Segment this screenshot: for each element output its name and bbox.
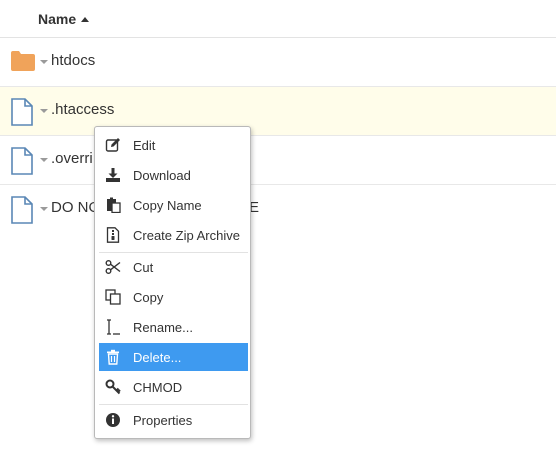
file-row-htdocs[interactable]: htdocs [0, 38, 556, 87]
file-name[interactable]: htdocs [51, 52, 95, 69]
info-icon [106, 413, 120, 427]
file-row-override[interactable]: .overri [0, 136, 556, 185]
file-manager: Name htdocs .htaccess .overri DO NO E Ed… [0, 0, 556, 449]
menu-item-delete[interactable]: Delete... [99, 343, 248, 371]
file-icon [10, 98, 34, 131]
file-name[interactable]: .htaccess [51, 101, 114, 118]
file-icon [10, 147, 34, 180]
menu-item-copy[interactable]: Copy [99, 283, 248, 311]
menu-item-properties[interactable]: Properties [99, 406, 248, 434]
row-menu-caret-icon[interactable] [40, 60, 48, 64]
folder-icon [10, 49, 36, 78]
scissors-icon [105, 260, 121, 274]
file-row-do-not[interactable]: DO NO E [0, 185, 556, 234]
menu-item-chmod[interactable]: CHMOD [99, 373, 248, 401]
zip-icon [106, 227, 120, 243]
menu-item-label: Rename... [133, 320, 193, 335]
row-menu-caret-icon[interactable] [40, 109, 48, 113]
trash-icon [107, 349, 119, 365]
edit-icon [105, 138, 120, 152]
file-name[interactable]: DO NO [51, 199, 100, 216]
key-icon [105, 379, 121, 395]
menu-item-label: Download [133, 168, 191, 183]
menu-item-label: Delete... [133, 350, 182, 365]
sort-ascending-icon [81, 17, 90, 22]
menu-item-label: Copy Name [133, 198, 202, 213]
download-icon [106, 168, 120, 182]
file-list-header: Name [0, 0, 556, 38]
menu-item-label: Cut [133, 260, 154, 275]
menu-item-label: Copy [133, 290, 164, 305]
menu-item-label: CHMOD [133, 380, 183, 395]
name-column-header[interactable]: Name [38, 11, 90, 27]
context-menu: Edit Download Copy Name Create Zip Archi… [94, 126, 251, 439]
row-menu-caret-icon[interactable] [40, 158, 48, 162]
menu-item-label: Edit [133, 138, 156, 153]
name-column-label: Name [38, 11, 77, 27]
menu-item-copy-name[interactable]: Copy Name [99, 191, 248, 219]
file-row-htaccess[interactable]: .htaccess [0, 87, 556, 136]
cursor-icon [107, 319, 120, 335]
menu-item-edit[interactable]: Edit [99, 131, 248, 159]
menu-separator [99, 404, 248, 405]
menu-item-cut[interactable]: Cut [99, 253, 248, 281]
file-icon [10, 196, 34, 229]
menu-item-label: Properties [133, 413, 193, 428]
file-name[interactable]: .overri [51, 150, 93, 167]
menu-item-label: Create Zip Archive [133, 228, 240, 243]
menu-item-create-zip[interactable]: Create Zip Archive [99, 221, 248, 249]
menu-item-rename[interactable]: Rename... [99, 313, 248, 341]
row-menu-caret-icon[interactable] [40, 207, 48, 211]
clipboard-icon [107, 197, 121, 213]
copy-icon [105, 289, 121, 305]
menu-item-download[interactable]: Download [99, 161, 248, 189]
